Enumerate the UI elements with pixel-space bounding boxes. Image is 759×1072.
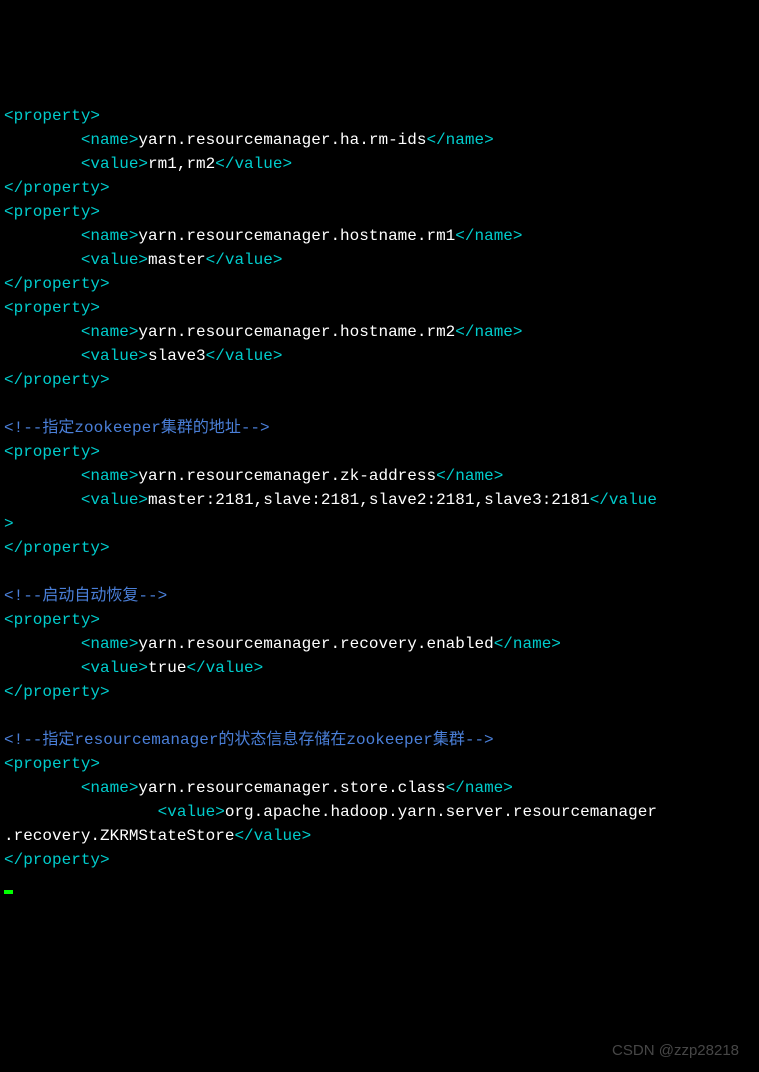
property-close-tag: </property> <box>4 371 110 389</box>
value-close-tag: </value> <box>206 251 283 269</box>
value-open-tag: <value> <box>81 155 148 173</box>
terminal-code-block: <property> <name>yarn.resourcemanager.ha… <box>4 104 755 896</box>
property-value: master:2181,slave:2181,slave2:2181,slave… <box>148 491 590 509</box>
property-name: yarn.resourcemanager.hostname.rm1 <box>138 227 455 245</box>
name-open-tag: <name> <box>81 779 139 797</box>
value-open-tag: <value> <box>81 659 148 677</box>
name-close-tag: </name> <box>436 467 503 485</box>
property-name: yarn.resourcemanager.recovery.enabled <box>138 635 493 653</box>
property-name: yarn.resourcemanager.hostname.rm2 <box>138 323 455 341</box>
property-value: master <box>148 251 206 269</box>
name-close-tag: </name> <box>455 323 522 341</box>
name-close-tag: </name> <box>446 779 513 797</box>
name-open-tag: <name> <box>81 131 139 149</box>
property-name: yarn.resourcemanager.ha.rm-ids <box>138 131 426 149</box>
name-open-tag: <name> <box>81 323 139 341</box>
property-value: slave3 <box>148 347 206 365</box>
value-open-tag: <value> <box>81 251 148 269</box>
property-name: yarn.resourcemanager.zk-address <box>138 467 436 485</box>
property-close-tag: </property> <box>4 275 110 293</box>
property-open-tag: <property> <box>4 203 100 221</box>
name-open-tag: <name> <box>81 227 139 245</box>
name-close-tag: </name> <box>455 227 522 245</box>
name-open-tag: <name> <box>81 467 139 485</box>
comment-store: <!--指定resourcemanager的状态信息存储在zookeeper集群… <box>4 731 494 749</box>
property-value: true <box>148 659 186 677</box>
value-close-tag: </value> <box>234 827 311 845</box>
value-close-tag: </value> <box>186 659 263 677</box>
property-open-tag: <property> <box>4 107 100 125</box>
property-open-tag: <property> <box>4 755 100 773</box>
property-close-tag: </property> <box>4 851 110 869</box>
property-value-part2: .recovery.ZKRMStateStore <box>4 827 234 845</box>
property-open-tag: <property> <box>4 299 100 317</box>
property-close-tag: </property> <box>4 539 110 557</box>
property-value: rm1,rm2 <box>148 155 215 173</box>
value-open-tag: <value> <box>158 803 225 821</box>
property-value-part1: org.apache.hadoop.yarn.server.resourcema… <box>225 803 657 821</box>
property-close-tag: </property> <box>4 179 110 197</box>
name-close-tag: </name> <box>426 131 493 149</box>
value-close-tag-wrapped: </value <box>590 491 657 509</box>
watermark-text: CSDN @zzp28218 <box>612 1040 739 1063</box>
name-close-tag: </name> <box>494 635 561 653</box>
property-open-tag: <property> <box>4 443 100 461</box>
value-open-tag: <value> <box>81 491 148 509</box>
terminal-cursor <box>4 890 13 894</box>
property-open-tag: <property> <box>4 611 100 629</box>
value-open-tag: <value> <box>81 347 148 365</box>
value-close-bracket: > <box>4 515 14 533</box>
comment-recovery: <!--启动自动恢复--> <box>4 587 167 605</box>
comment-zookeeper: <!--指定zookeeper集群的地址--> <box>4 419 270 437</box>
property-name: yarn.resourcemanager.store.class <box>138 779 445 797</box>
value-close-tag: </value> <box>206 347 283 365</box>
name-open-tag: <name> <box>81 635 139 653</box>
property-close-tag: </property> <box>4 683 110 701</box>
value-close-tag: </value> <box>215 155 292 173</box>
